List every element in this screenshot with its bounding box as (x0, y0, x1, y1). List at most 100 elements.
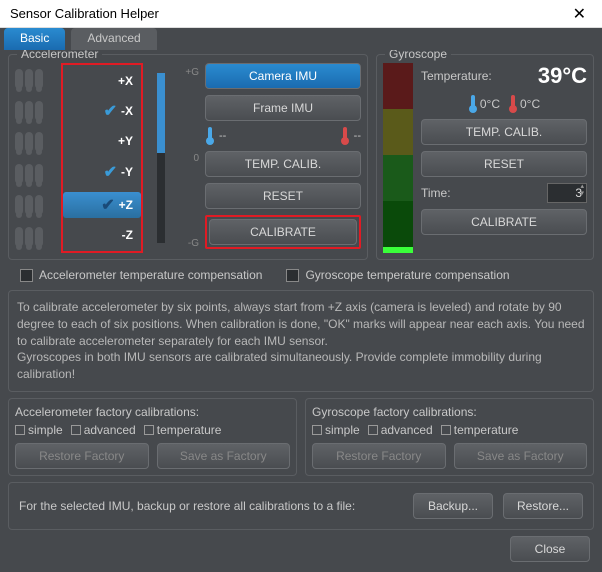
gyro-temp-2: 0°C (520, 97, 540, 111)
axis-label: +X (118, 74, 133, 88)
thermometer-icon (35, 69, 43, 89)
gyro-temp-1: 0°C (480, 97, 500, 111)
thermometer-icon (25, 195, 33, 215)
accel-factory-advanced[interactable]: advanced (71, 423, 136, 437)
thermometer-icon (15, 164, 23, 184)
gyroscope-title: Gyroscope (385, 50, 451, 61)
thermometer-icon (35, 195, 43, 215)
gyro-temp-calib-button[interactable]: TEMP. CALIB. (421, 119, 587, 145)
axis-label: +Z (119, 198, 133, 212)
thermo-column (15, 63, 55, 253)
thermometer-icon (25, 132, 33, 152)
axis-minus-z[interactable]: -Z (63, 225, 141, 245)
thermometer-icon (35, 101, 43, 121)
accel-restore-factory-button[interactable]: Restore Factory (15, 443, 149, 469)
thermometer-blue-icon (205, 127, 215, 145)
meter-top: +G (185, 67, 199, 78)
tab-advanced[interactable]: Advanced (71, 28, 156, 50)
thermometer-blue-icon (468, 95, 478, 113)
backup-button[interactable]: Backup... (413, 493, 493, 519)
thermometer-icon (35, 164, 43, 184)
time-spinner[interactable]: 3 (547, 183, 587, 203)
content-area: Accelerometer +X ✔ -X (0, 50, 602, 572)
gyro-restore-factory-button[interactable]: Restore Factory (312, 443, 446, 469)
meter-mid: 0 (193, 153, 199, 164)
gyro-factory-temperature[interactable]: temperature (441, 423, 519, 437)
gyro-calibrate-button[interactable]: CALIBRATE (421, 209, 587, 235)
accel-factory-simple[interactable]: simple (15, 423, 63, 437)
axis-plus-y[interactable]: +Y (63, 131, 141, 151)
thermometer-icon (15, 227, 23, 247)
checkbox-icon (20, 269, 33, 282)
axis-label: +Y (118, 134, 133, 148)
gyro-factory-advanced[interactable]: advanced (368, 423, 433, 437)
axis-list: +X ✔ -X +Y ✔ -Y ✔ +Z -Z (61, 63, 143, 253)
gyro-temp-comp-checkbox[interactable]: Gyroscope temperature compensation (286, 268, 509, 282)
camera-imu-button[interactable]: Camera IMU (205, 63, 361, 89)
thermometer-icon (15, 195, 23, 215)
check-icon: ✔ (101, 195, 114, 215)
gyro-reset-button[interactable]: RESET (421, 151, 587, 177)
checkbox-icon (71, 425, 81, 435)
accel-save-factory-button[interactable]: Save as Factory (157, 443, 291, 469)
gyro-factory-simple[interactable]: simple (312, 423, 360, 437)
thermometer-icon (25, 101, 33, 121)
accelerometer-title: Accelerometer (17, 50, 102, 61)
thermometer-icon (35, 132, 43, 152)
meter-bot: -G (188, 238, 199, 249)
axis-label: -Z (122, 228, 133, 242)
instructions-text: To calibrate accelerometer by six points… (8, 290, 594, 392)
tab-basic[interactable]: Basic (4, 28, 65, 50)
accel-factory-temperature[interactable]: temperature (144, 423, 222, 437)
axis-plus-x[interactable]: +X (63, 71, 141, 91)
window-title: Sensor Calibration Helper (10, 6, 159, 21)
check-icon: ✔ (104, 162, 117, 182)
temp-readout: -- -- (205, 127, 361, 145)
thermometer-icon (25, 227, 33, 247)
thermometer-icon (25, 164, 33, 184)
accel-calibrate-button[interactable]: CALIBRATE (209, 219, 357, 245)
close-button[interactable]: Close (510, 536, 590, 562)
temp-value-1: -- (219, 130, 226, 142)
checkbox-icon (144, 425, 154, 435)
axis-label: -Y (121, 165, 133, 179)
checkbox-icon (286, 269, 299, 282)
restore-button[interactable]: Restore... (503, 493, 583, 519)
checkbox-label: Accelerometer temperature compensation (39, 268, 262, 282)
axis-minus-y[interactable]: ✔ -Y (63, 159, 141, 185)
check-icon: ✔ (104, 101, 117, 121)
backup-text: For the selected IMU, backup or restore … (19, 499, 403, 513)
axis-plus-z[interactable]: ✔ +Z (63, 192, 141, 218)
temp-value-2: -- (354, 130, 361, 142)
checkbox-icon (15, 425, 25, 435)
gyro-factory-title: Gyroscope factory calibrations: (312, 405, 587, 419)
accel-temp-comp-checkbox[interactable]: Accelerometer temperature compensation (20, 268, 262, 282)
thermometer-red-icon (340, 127, 350, 145)
tab-bar: Basic Advanced (0, 28, 602, 50)
dialog-window: Sensor Calibration Helper ✕ Basic Advanc… (0, 0, 602, 572)
backup-restore-row: For the selected IMU, backup or restore … (8, 482, 594, 530)
time-label: Time: (421, 186, 451, 200)
axis-minus-x[interactable]: ✔ -X (63, 98, 141, 124)
axis-label: -X (121, 104, 133, 118)
accelerometer-group: Accelerometer +X ✔-X (8, 54, 368, 260)
gyro-save-factory-button[interactable]: Save as Factory (454, 443, 588, 469)
checkbox-icon (441, 425, 451, 435)
gyro-factory-group: Gyroscope factory calibrations: simple a… (305, 398, 594, 476)
accel-factory-title: Accelerometer factory calibrations: (15, 405, 290, 419)
accel-reset-button[interactable]: RESET (205, 183, 361, 209)
accel-temp-calib-button[interactable]: TEMP. CALIB. (205, 151, 361, 177)
thermometer-icon (25, 69, 33, 89)
frame-imu-button[interactable]: Frame IMU (205, 95, 361, 121)
thermometer-icon (15, 132, 23, 152)
gyroscope-group: Gyroscope Temperature: 39°C 0°C (376, 54, 594, 260)
gyro-level-bar (383, 63, 413, 253)
thermometer-red-icon (508, 95, 518, 113)
g-meter: +G 0 -G (149, 63, 199, 253)
checkbox-icon (368, 425, 378, 435)
checkbox-icon (312, 425, 322, 435)
close-icon[interactable]: ✕ (567, 4, 592, 24)
thermometer-icon (35, 227, 43, 247)
thermometer-icon (15, 69, 23, 89)
temperature-value: 39°C (538, 63, 587, 89)
